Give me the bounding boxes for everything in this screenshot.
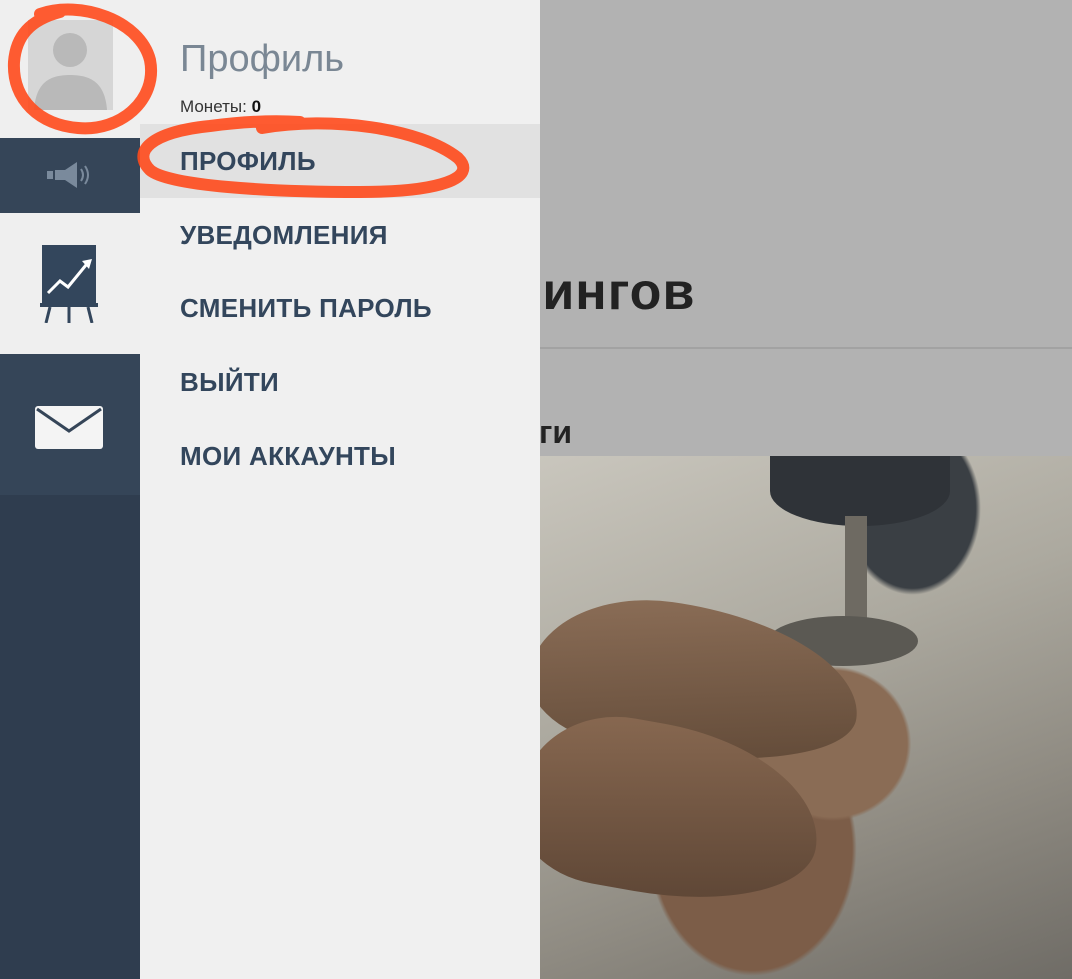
menu-title: Профиль: [180, 38, 345, 80]
menu-item-change-password[interactable]: СМЕНИТЬ ПАРОЛЬ: [140, 271, 540, 345]
divider: [540, 347, 1072, 349]
avatar-icon[interactable]: [28, 20, 113, 110]
mail-icon[interactable]: [34, 405, 104, 450]
coins-balance: Монеты: 0: [180, 97, 261, 117]
cover-photo: [540, 456, 1072, 979]
profile-menu: Профиль Монеты: 0 ПРОФИЛЬ УВЕДОМЛЕНИЯ СМ…: [140, 0, 540, 979]
menu-item-logout[interactable]: ВЫЙТИ: [140, 345, 540, 419]
coins-label: Монеты:: [180, 97, 247, 116]
menu-item-profile[interactable]: ПРОФИЛЬ: [140, 124, 540, 198]
goblet-stem: [845, 516, 867, 626]
chart-icon[interactable]: [40, 243, 98, 323]
section-heading: инги: [540, 414, 572, 450]
page-heading: енингов: [540, 263, 696, 321]
background-page: енингов инги: [540, 0, 1072, 979]
coins-value: 0: [251, 97, 262, 116]
menu-item-my-accounts[interactable]: МОИ АККАУНТЫ: [140, 419, 540, 493]
icon-sidebar: [0, 0, 140, 979]
speaker-icon[interactable]: [47, 160, 91, 190]
menu-item-notifications[interactable]: УВЕДОМЛЕНИЯ: [140, 198, 540, 272]
